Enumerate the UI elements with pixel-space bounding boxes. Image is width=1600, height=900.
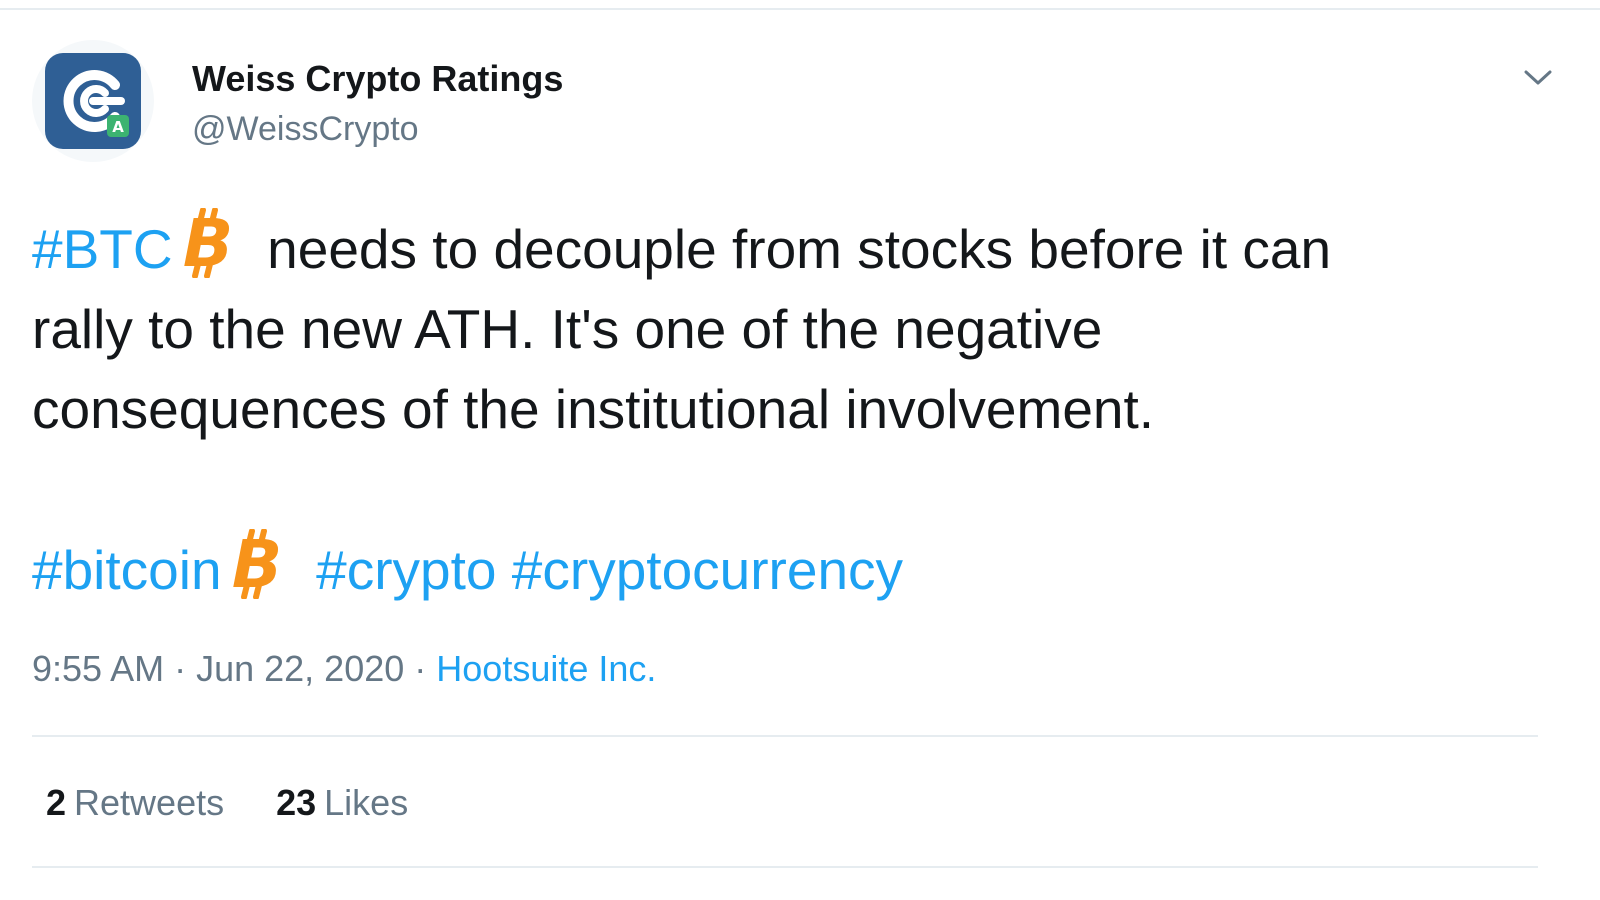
- likes-count: 23: [276, 782, 317, 823]
- avatar[interactable]: A: [32, 40, 154, 162]
- hashtag-bitcoin[interactable]: #bitcoin: [32, 539, 222, 601]
- tweet-meta: 9:55 AM · Jun 22, 2020 · Hootsuite Inc.: [32, 648, 656, 690]
- divider: [32, 735, 1538, 737]
- meta-separator: ·: [404, 648, 437, 689]
- weiss-crypto-logo-icon: A: [45, 53, 141, 149]
- avatar-badge-letter: A: [112, 118, 124, 136]
- hashtag-cryptocurrency[interactable]: #cryptocurrency: [512, 539, 903, 601]
- tweet-time[interactable]: 9:55 AM: [32, 648, 164, 689]
- user-handle[interactable]: @WeissCrypto: [192, 110, 419, 149]
- tweet-date[interactable]: Jun 22, 2020: [196, 648, 404, 689]
- retweets-label: Retweets: [74, 782, 225, 823]
- tweet-line-2: rally to the new ATH. It's one of the ne…: [32, 298, 1103, 360]
- divider: [32, 866, 1538, 868]
- display-name[interactable]: Weiss Crypto Ratings: [192, 58, 563, 100]
- chevron-down-icon[interactable]: [1518, 58, 1558, 98]
- bitcoin-emoji-icon: B: [231, 529, 282, 599]
- hashtag-crypto[interactable]: #crypto: [316, 539, 496, 601]
- retweets-stat[interactable]: 2 Retweets: [46, 782, 224, 824]
- tweet-hashtag-line: #bitcoin B #crypto #cryptocurrency: [32, 529, 1552, 610]
- tweet-line-1-text: needs to decouple from stocks before it …: [267, 218, 1332, 280]
- tweet-header: A Weiss Crypto Ratings @WeissCrypto: [32, 40, 1568, 170]
- tweet-line-1: #BTC B needs to decouple from stocks bef…: [32, 208, 1552, 289]
- likes-label: Likes: [324, 782, 409, 823]
- tweet-text: #BTC B needs to decouple from stocks bef…: [32, 208, 1552, 610]
- likes-stat[interactable]: 23 Likes: [276, 782, 408, 824]
- tweet-line-3: consequences of the institutional involv…: [32, 378, 1155, 440]
- tweet-stats: 2 Retweets 23 Likes: [46, 782, 460, 824]
- top-border: [0, 0, 1600, 10]
- meta-separator: ·: [164, 648, 197, 689]
- bitcoin-emoji-icon: B: [182, 208, 233, 278]
- retweets-count: 2: [46, 782, 67, 823]
- tweet-source-link[interactable]: Hootsuite Inc.: [436, 648, 656, 689]
- hashtag-btc[interactable]: #BTC: [32, 218, 173, 280]
